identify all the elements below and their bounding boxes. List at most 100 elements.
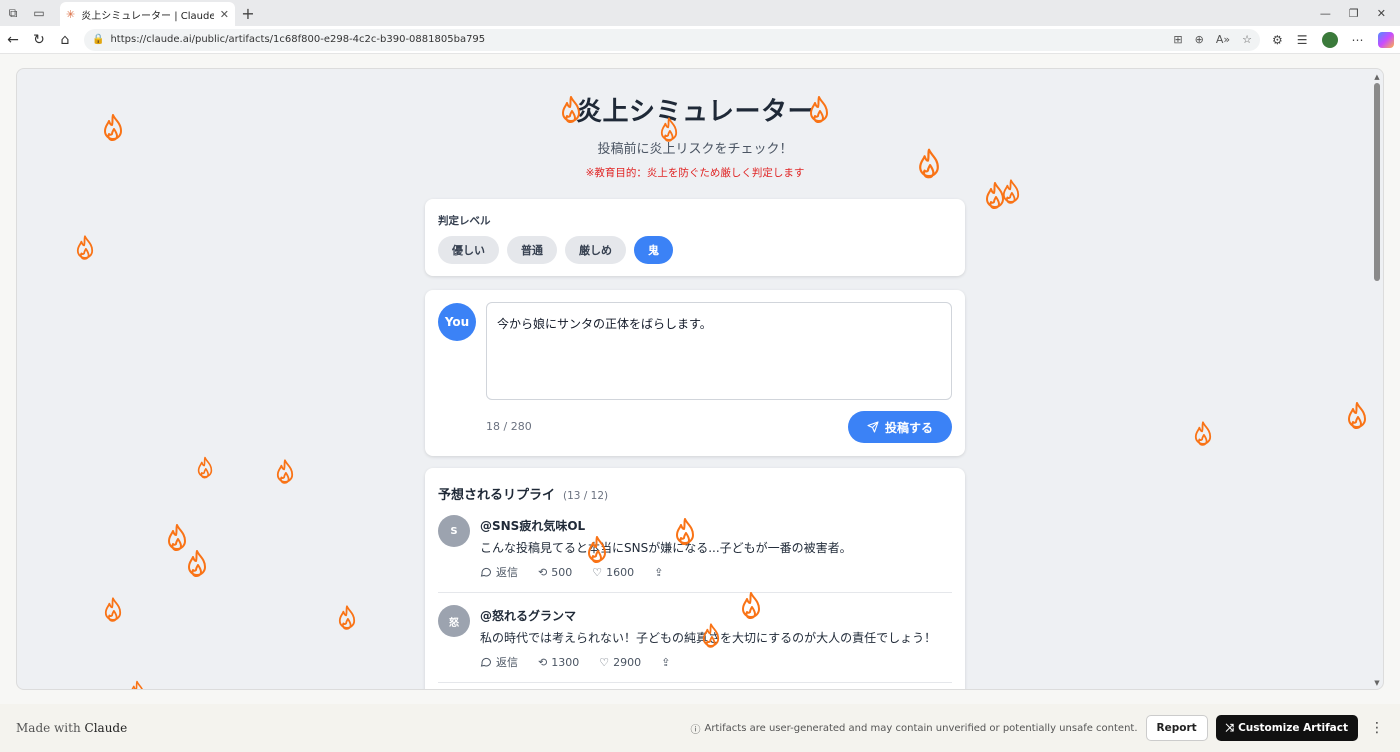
lock-icon[interactable]: 🔒 <box>92 34 104 45</box>
level-label: 判定レベル <box>438 215 491 227</box>
scrollbar-thumb[interactable] <box>1374 83 1380 281</box>
post-button-label: 投稿する <box>884 420 933 435</box>
like-count: 2900 <box>613 655 642 669</box>
browser-tab-bar: ⧉ ▭ ✳ 炎上シミュレーター | Claude | Claude ✕ + — … <box>0 0 1400 26</box>
refresh-icon[interactable]: ↻ <box>26 27 52 53</box>
made-with-text: Made with Claude <box>16 721 127 735</box>
page-subtitle: 投稿前に炎上リスクをチェック！ <box>597 142 793 157</box>
level-option-oni[interactable]: 鬼 <box>634 236 673 264</box>
compose-card: You 今から娘にサンタの正体をばらします。 18 / 280 投稿する <box>425 290 965 456</box>
heart-icon: ♡ <box>592 565 603 579</box>
window-controls: — ❐ ✕ <box>1320 0 1394 26</box>
char-counter: 18 / 280 <box>486 420 532 433</box>
flame-icon <box>986 182 1004 210</box>
reply-action[interactable]: 返信 <box>480 564 518 580</box>
favorites-icon[interactable]: ☰ <box>1297 33 1308 47</box>
customize-label: Customize Artifact <box>1238 722 1348 734</box>
retweet-action[interactable]: ⟲ 1300 <box>538 656 579 669</box>
app-header: 炎上シミュレーター 投稿前に炎上リスクをチェック！ ※教育目的：炎上を防ぐため厳… <box>17 91 1373 180</box>
share-action[interactable]: ⇪ <box>654 566 663 579</box>
profile-avatar[interactable] <box>1321 31 1338 48</box>
like-action[interactable]: ♡ 1600 <box>592 566 634 579</box>
favorite-star-icon[interactable]: ☆ <box>1242 33 1252 46</box>
footer-more-icon[interactable]: ⋮ <box>1370 720 1384 736</box>
extensions-icon[interactable]: ⚙ <box>1272 33 1283 47</box>
flame-icon <box>131 680 143 689</box>
address-bar-row: ← ↻ ⌂ 🔒 https://claude.ai/public/artifac… <box>0 26 1400 54</box>
flame-icon <box>338 605 356 630</box>
browser-tab-active[interactable]: ✳ 炎上シミュレーター | Claude | Claude ✕ <box>60 2 235 26</box>
retweet-action[interactable]: ⟲ 500 <box>538 566 572 579</box>
reply-username: @SNS疲れ気味OL <box>480 519 586 533</box>
disclaimer-text: Artifacts are user-generated and may con… <box>704 722 1138 734</box>
tab-actions-icon[interactable]: ▭ <box>26 0 52 26</box>
heart-icon: ♡ <box>599 655 610 669</box>
share-icon: ⇪ <box>654 565 664 579</box>
artifact-frame: 炎上シミュレーター 投稿前に炎上リスクをチェック！ ※教育目的：炎上を防ぐため厳… <box>16 68 1384 690</box>
retweet-icon: ⟲ <box>538 655 548 669</box>
share-action[interactable]: ⇪ <box>661 656 670 669</box>
new-tab-icon[interactable]: + <box>235 4 261 23</box>
report-button[interactable]: Report <box>1145 715 1208 741</box>
shuffle-icon: ⤨ <box>1225 721 1235 734</box>
claude-favicon-icon: ✳ <box>66 7 76 21</box>
url-field[interactable]: 🔒 https://claude.ai/public/artifacts/1c6… <box>84 28 1260 51</box>
page-title: 炎上シミュレーター <box>576 97 814 127</box>
reply-username: @怒れるグランマ <box>480 609 577 623</box>
minimize-icon[interactable]: — <box>1320 7 1331 20</box>
reply-label: 返信 <box>496 566 518 579</box>
level-option-gentle[interactable]: 優しい <box>438 236 499 264</box>
like-action[interactable]: ♡ 2900 <box>599 656 641 669</box>
flame-icon <box>1002 179 1020 204</box>
replies-card: 予想されるリプライ (13 / 12) S @SNS疲れ気味OL こんな投稿見て… <box>425 468 965 689</box>
retweet-icon: ⟲ <box>538 565 548 579</box>
reply-text: 私の時代では考えられない！子どもの純真さを大切にするのが大人の責任でしょう！ <box>480 631 937 645</box>
url-text: https://claude.ai/public/artifacts/1c68f… <box>110 34 486 45</box>
scrollbar[interactable]: ▲ ▼ <box>1373 73 1381 687</box>
zoom-icon[interactable]: ⊕ <box>1195 33 1204 46</box>
tab-close-icon[interactable]: ✕ <box>220 8 229 21</box>
education-warning: ※教育目的：炎上を防ぐため厳しく判定します <box>585 167 805 179</box>
reply-item: 怒 @怒れるグランマ 私の時代では考えられない！子どもの純真さを大切にするのが大… <box>438 593 952 683</box>
disclaimer: ⓘ Artifacts are user-generated and may c… <box>690 721 1137 736</box>
flame-icon <box>76 235 94 260</box>
scroll-up-icon[interactable]: ▲ <box>1373 73 1381 81</box>
flame-icon <box>168 524 186 552</box>
comment-icon <box>480 567 492 577</box>
scroll-down-icon[interactable]: ▼ <box>1373 679 1381 687</box>
more-menu-icon[interactable]: ⋯ <box>1352 33 1364 47</box>
tab-title: 炎上シミュレーター | Claude | Claude <box>81 10 214 22</box>
replies-count: (13 / 12) <box>563 490 609 502</box>
flame-icon <box>276 459 294 484</box>
reply-label: 返信 <box>496 656 518 669</box>
replies-title: 予想されるリプライ <box>438 488 556 503</box>
user-avatar: You <box>438 303 476 341</box>
retweet-count: 1300 <box>551 655 580 669</box>
comment-icon <box>480 657 492 667</box>
post-textarea[interactable]: 今から娘にサンタの正体をばらします。 <box>486 302 952 400</box>
reply-action[interactable]: 返信 <box>480 654 518 670</box>
flame-icon <box>1194 421 1212 446</box>
level-option-normal[interactable]: 普通 <box>507 236 557 264</box>
copilot-icon[interactable] <box>1377 31 1394 48</box>
reply-item: S @SNS疲れ気味OL こんな投稿見てると本当にSNSが嫌になる...子どもが… <box>438 503 952 593</box>
post-button[interactable]: 投稿する <box>848 411 952 443</box>
workspaces-icon[interactable]: ⧉ <box>0 0 26 26</box>
flame-icon <box>188 550 206 578</box>
restore-icon[interactable]: ❐ <box>1349 7 1359 20</box>
artifact-footer: Made with Claude ⓘ Artifacts are user-ge… <box>0 704 1400 752</box>
level-card: 判定レベル 優しい 普通 厳しめ 鬼 <box>425 199 965 276</box>
brand-name: Claude <box>84 721 128 735</box>
level-options: 優しい 普通 厳しめ 鬼 <box>438 236 952 264</box>
retweet-count: 500 <box>551 565 573 579</box>
read-aloud-icon[interactable]: A» <box>1216 33 1230 46</box>
level-option-strict[interactable]: 厳しめ <box>565 236 626 264</box>
reply-text: こんな投稿見てると本当にSNSが嫌になる...子どもが一番の被害者。 <box>480 541 852 555</box>
app-available-icon[interactable]: ⊞ <box>1173 33 1182 46</box>
customize-artifact-button[interactable]: ⤨ Customize Artifact <box>1215 715 1358 741</box>
window-close-icon[interactable]: ✕ <box>1377 7 1386 20</box>
like-count: 1600 <box>606 565 635 579</box>
share-icon: ⇪ <box>661 655 671 669</box>
back-icon[interactable]: ← <box>0 27 26 53</box>
home-icon[interactable]: ⌂ <box>52 27 78 53</box>
